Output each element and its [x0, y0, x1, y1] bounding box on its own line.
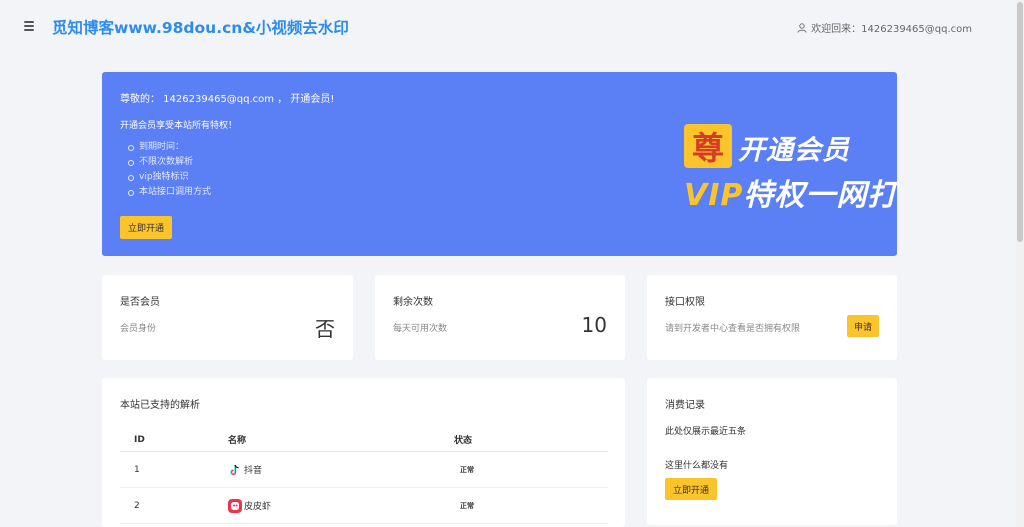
- row-name: 皮皮虾: [244, 502, 272, 512]
- remaining-count-card: 剩余次数 每天可用次数 10: [375, 275, 625, 360]
- welcome-text: 欢迎回来：1426239465@qq.com: [811, 24, 972, 35]
- page-scrollbar[interactable]: [1016, 0, 1024, 527]
- promo-line2: VIP特权一网打尽!: [684, 170, 897, 214]
- consumption-records-card: 消费记录 此处仅展示最近五条 这里什么都没有 立即开通: [647, 378, 897, 525]
- status-badge: 正常: [460, 465, 474, 474]
- records-note: 此处仅展示最近五条: [665, 427, 747, 437]
- site-title[interactable]: 觅知博客www.98dou.cn&小视频去水印: [52, 16, 349, 38]
- row-status-cell: 正常: [454, 501, 608, 511]
- remaining-card-subtitle: 每天可用次数: [393, 324, 448, 334]
- perks-title: 开通会员享受本站所有特权！: [120, 121, 238, 131]
- column-header-status: 状态: [454, 436, 473, 446]
- perk-item: 到期时间：: [128, 140, 211, 155]
- api-card-title: 接口权限: [665, 297, 705, 308]
- member-card-subtitle: 会员身份: [120, 324, 157, 334]
- row-id: 2: [134, 500, 140, 511]
- status-badge: 正常: [460, 501, 474, 510]
- column-header-id: ID: [134, 434, 145, 445]
- apply-button[interactable]: 申请: [847, 315, 879, 337]
- table-row: 1 抖音 正常: [120, 452, 608, 488]
- row-id: 1: [134, 464, 140, 475]
- user-icon: [797, 22, 807, 33]
- perks-list: 到期时间： 不限次数解析 vip独特标识 本站接口调用方式: [128, 140, 211, 200]
- row-status-cell: 正常: [454, 465, 608, 475]
- row-name-cell: 抖音: [228, 462, 454, 477]
- records-card-title: 消费记录: [665, 400, 705, 411]
- row-name: 抖音: [244, 466, 263, 476]
- promo-line2-text: 特权一网打尽!: [743, 178, 897, 213]
- table-row: 2 皮皮虾 正常: [120, 488, 608, 524]
- vip-banner: 尊敬的： 1426239465@qq.com ， 开通会员! 开通会员享受本站所…: [102, 72, 897, 256]
- perk-item: 不限次数解析: [128, 155, 211, 170]
- row-name-cell: 皮皮虾: [228, 498, 454, 513]
- vip-badge-icon: 尊: [684, 124, 732, 168]
- pipixia-icon: [228, 498, 242, 513]
- user-welcome[interactable]: 欢迎回来：1426239465@qq.com: [797, 20, 972, 35]
- supported-platforms-card: 本站已支持的解析 ID 名称 状态 1 抖音 正常 2 皮皮虾 正常: [102, 378, 625, 527]
- table-header: ID 名称 状态: [120, 428, 608, 452]
- banner-greeting: 尊敬的： 1426239465@qq.com ， 开通会员!: [120, 94, 335, 105]
- api-card-subtitle: 请到开发者中心查看是否拥有权限: [665, 324, 801, 334]
- scrollbar-thumb[interactable]: [1017, 2, 1023, 242]
- perk-item: 本站接口调用方式: [128, 185, 211, 200]
- open-vip-button[interactable]: 立即开通: [120, 216, 172, 239]
- api-permission-card: 接口权限 请到开发者中心查看是否拥有权限 申请: [647, 275, 897, 360]
- menu-icon[interactable]: [24, 21, 34, 31]
- open-vip-button-secondary[interactable]: 立即开通: [665, 478, 717, 500]
- remaining-card-title: 剩余次数: [393, 297, 433, 308]
- member-status-card: 是否会员 会员身份 否: [102, 275, 353, 360]
- member-card-title: 是否会员: [120, 297, 160, 308]
- douyin-icon: [228, 462, 242, 477]
- top-bar: 觅知博客www.98dou.cn&小视频去水印 欢迎回来：1426239465@…: [0, 0, 1016, 56]
- promo-vip: VIP: [684, 178, 744, 213]
- perk-item: vip独特标识: [128, 170, 211, 185]
- member-card-value: 否: [315, 317, 335, 341]
- promo-line1: 开通会员: [738, 135, 850, 166]
- records-empty-text: 这里什么都没有: [665, 461, 729, 471]
- column-header-name: 名称: [228, 436, 247, 446]
- supported-table: ID 名称 状态 1 抖音 正常 2 皮皮虾 正常: [120, 428, 608, 524]
- remaining-card-value: 10: [581, 313, 607, 337]
- vip-promo-graphic: 尊 开通会员 VIP特权一网打尽!: [684, 124, 897, 213]
- supported-card-title: 本站已支持的解析: [120, 400, 200, 411]
